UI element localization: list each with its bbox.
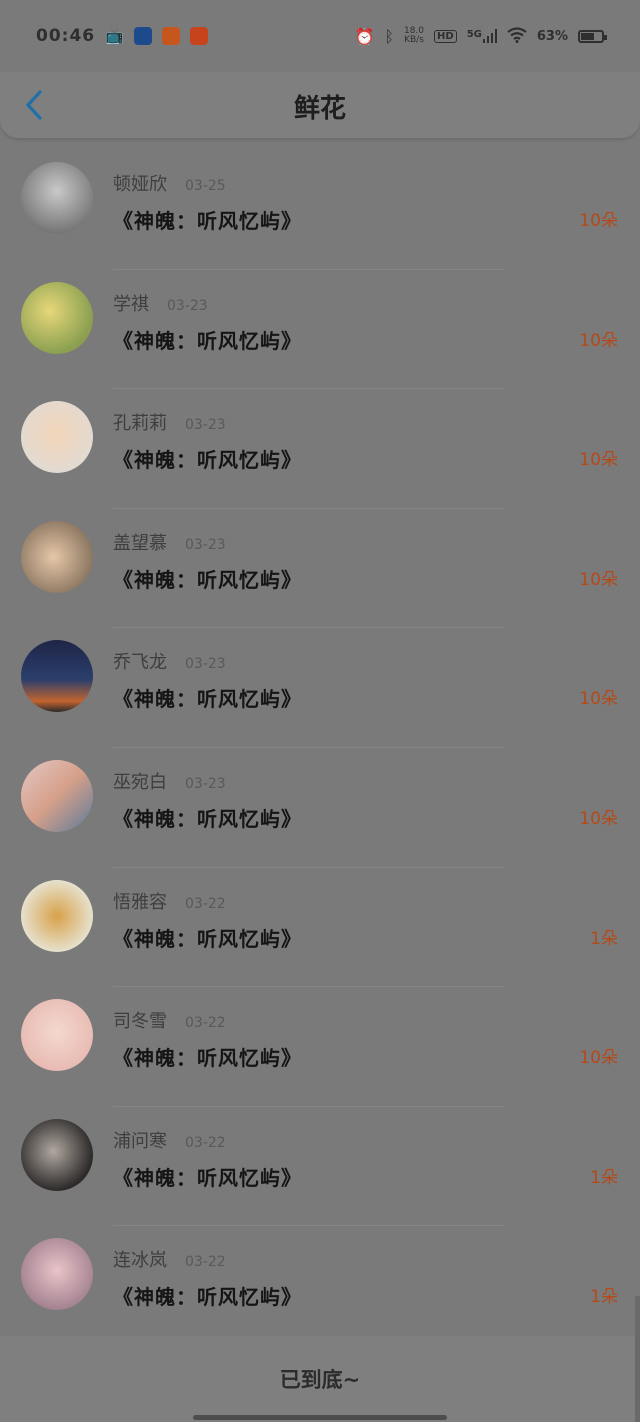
sender-name: 巫宛白 03-23 — [113, 768, 226, 794]
avatar[interactable] — [21, 1118, 93, 1191]
end-of-list-text: 已到底~ — [279, 1368, 361, 1392]
book-title: 《神魄：听风忆屿》 — [113, 687, 302, 712]
avatar[interactable] — [21, 401, 93, 474]
sender-name: 学祺 03-23 — [113, 290, 208, 316]
taobao-icon — [189, 27, 208, 45]
app-blue-icon — [133, 27, 152, 45]
battery-icon — [578, 29, 607, 43]
gift-date: 03-23 — [185, 417, 226, 434]
flower-count: 1朵 — [590, 928, 618, 949]
sender-name-text: 司冬雪 — [113, 1011, 167, 1033]
book-title: 《神魄：听风忆屿》 — [113, 806, 302, 831]
flower-count: 10朵 — [579, 808, 618, 829]
sender-name: 司冬雪 03-22 — [113, 1007, 226, 1033]
book-title: 《神魄：听风忆屿》 — [113, 926, 302, 951]
network-speed: 18.0 KB/s — [404, 27, 424, 45]
list-item[interactable]: 悟雅容 03-22 《神魄：听风忆屿》 1朵 — [0, 868, 640, 988]
scrollbar[interactable] — [635, 1296, 640, 1422]
sender-name-text: 顿娅欣 — [113, 174, 167, 195]
avatar[interactable] — [21, 162, 93, 234]
sender-name-text: 连冰岚 — [113, 1250, 167, 1272]
sender-name-text: 悟雅容 — [113, 891, 167, 913]
list-item[interactable]: 浦问寒 03-22 《神魄：听风忆屿》 1朵 — [0, 1107, 640, 1227]
gift-date: 03-23 — [167, 297, 208, 314]
status-bar: 00:46 📺 ⏰ ᛒ 18.0 KB/s HD 5G 63% — [0, 0, 640, 72]
book-title: 《神魄：听风忆屿》 — [113, 567, 302, 592]
battery-fill — [581, 32, 594, 40]
book-title: 《神魄：听风忆屿》 — [113, 448, 302, 473]
avatar[interactable] — [21, 879, 93, 952]
avatar[interactable] — [21, 281, 93, 354]
status-left: 00:46 📺 — [36, 26, 208, 46]
flower-count: 10朵 — [579, 450, 618, 471]
avatar[interactable] — [21, 759, 93, 832]
list-item[interactable]: 乔飞龙 03-23 《神魄：听风忆屿》 10朵 — [0, 628, 640, 748]
list-end-footer: 已到底~ — [0, 1336, 640, 1422]
sender-name-text: 浦问寒 — [113, 1130, 167, 1152]
alarm-icon: ⏰ — [354, 26, 375, 46]
status-right: ⏰ ᛒ 18.0 KB/s HD 5G 63% — [354, 26, 607, 46]
sender-name: 盖望慕 03-23 — [113, 529, 226, 555]
tv-icon: 📺 — [105, 27, 124, 45]
speed-unit: KB/s — [404, 35, 424, 45]
gift-date: 03-25 — [185, 178, 226, 194]
gift-date: 03-22 — [185, 1254, 226, 1271]
book-title: 《神魄：听风忆屿》 — [113, 328, 302, 353]
sender-name-text: 巫宛白 — [113, 771, 167, 793]
flower-count: 10朵 — [579, 330, 618, 351]
gift-date: 03-23 — [185, 656, 226, 673]
sender-name-text: 乔飞龙 — [113, 652, 167, 674]
top-nav-bar: 鲜花 — [0, 72, 640, 138]
gift-date: 03-22 — [185, 1134, 226, 1151]
wifi-icon — [507, 26, 527, 46]
avatar[interactable] — [21, 1238, 93, 1311]
list-item[interactable]: 盖望慕 03-23 《神魄：听风忆屿》 10朵 — [0, 509, 640, 629]
list-item[interactable]: 顿娅欣 03-25 《神魄：听风忆屿》 10朵 — [0, 150, 640, 270]
book-title: 《神魄：听风忆屿》 — [113, 1285, 302, 1310]
flower-count: 1朵 — [590, 1167, 618, 1188]
network-type: 5G — [466, 29, 482, 40]
list-item[interactable]: 孔莉莉 03-23 《神魄：听风忆屿》 10朵 — [0, 389, 640, 509]
bluetooth-icon: ᛒ — [384, 26, 394, 46]
signal-icon: 5G — [467, 29, 497, 43]
sender-name-text: 孔莉莉 — [113, 413, 167, 435]
hd-badge: HD — [434, 29, 457, 43]
flower-count: 10朵 — [579, 1048, 618, 1069]
avatar[interactable] — [21, 520, 93, 593]
gift-date: 03-22 — [185, 895, 226, 912]
flower-count: 1朵 — [590, 1287, 618, 1308]
page-title: 鲜花 — [293, 94, 346, 124]
flower-record-list: 顿娅欣 03-25 《神魄：听风忆屿》 10朵 学祺 03-23 《神魄：听风忆屿》 10朵孔… — [0, 150, 640, 1346]
sender-name-text: 盖望慕 — [113, 532, 167, 554]
sender-name: 悟雅容 03-22 — [113, 888, 226, 914]
avatar[interactable] — [21, 640, 93, 713]
home-indicator[interactable] — [193, 1415, 447, 1420]
sender-name: 浦问寒 03-22 — [113, 1127, 226, 1153]
flower-count: 10朵 — [579, 569, 618, 590]
list-item[interactable]: 司冬雪 03-22 《神魄：听风忆屿》 10朵 — [0, 987, 640, 1107]
sender-name: 顿娅欣 03-25 — [113, 170, 226, 196]
gift-date: 03-23 — [185, 536, 226, 553]
book-title: 《神魄：听风忆屿》 — [113, 1165, 302, 1190]
list-item[interactable]: 连冰岚 03-22 《神魄：听风忆屿》 1朵 — [0, 1226, 640, 1346]
avatar[interactable] — [21, 999, 93, 1072]
sender-name-text: 学祺 — [113, 293, 149, 315]
list-item[interactable]: 巫宛白 03-23 《神魄：听风忆屿》 10朵 — [0, 748, 640, 868]
flower-count: 10朵 — [579, 211, 618, 231]
book-title: 《神魄：听风忆屿》 — [113, 1046, 302, 1071]
status-time: 00:46 — [36, 26, 96, 46]
sender-name: 孔莉莉 03-23 — [113, 409, 226, 435]
sender-name: 乔飞龙 03-23 — [113, 648, 226, 674]
sender-name: 连冰岚 03-22 — [113, 1246, 226, 1272]
battery-percent: 63% — [536, 28, 568, 44]
gift-date: 03-23 — [185, 775, 226, 792]
gift-date: 03-22 — [185, 1015, 226, 1032]
flower-count: 10朵 — [579, 689, 618, 710]
app-orange-icon — [161, 27, 180, 45]
list-item[interactable]: 学祺 03-23 《神魄：听风忆屿》 10朵 — [0, 270, 640, 390]
book-title: 《神魄：听风忆屿》 — [113, 209, 302, 233]
